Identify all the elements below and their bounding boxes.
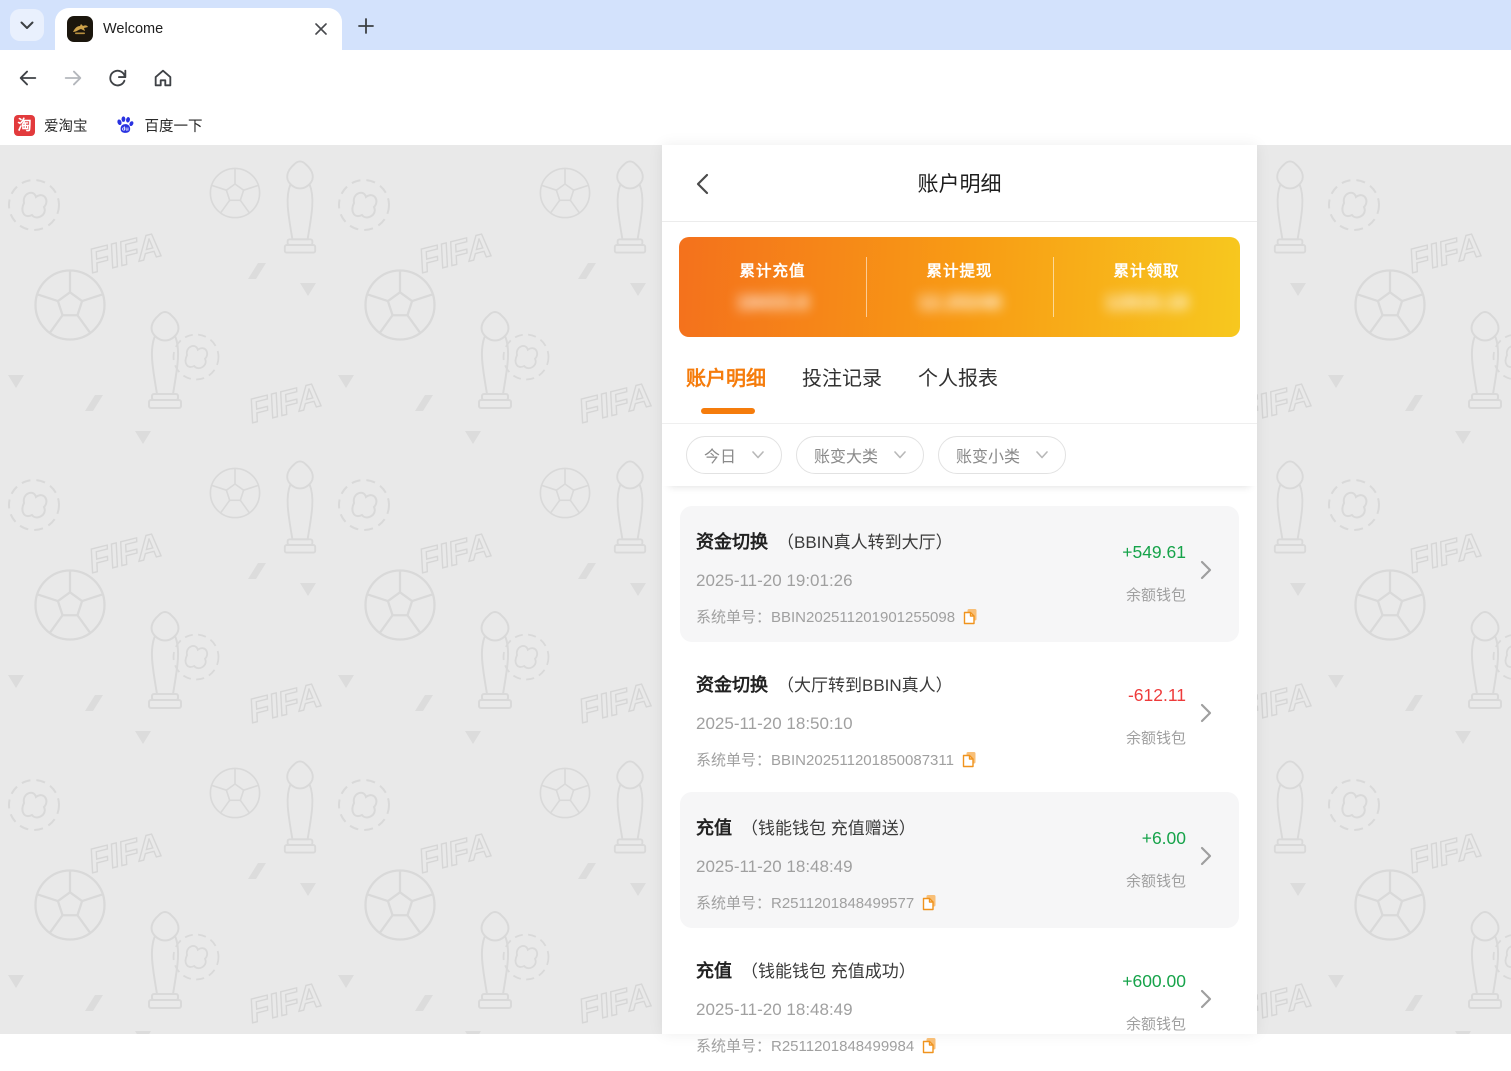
- transaction-wallet-label: 余额钱包: [1125, 730, 1186, 747]
- bookmark-aitaobao[interactable]: 淘 爱淘宝: [14, 114, 88, 136]
- summary-label: 累计领取: [1113, 263, 1180, 280]
- copy-button[interactable]: [922, 894, 937, 911]
- transaction-row[interactable]: 资金切换 （大厅转到BBIN真人） 2025-11-20 18:50:10 系统…: [680, 649, 1239, 785]
- copy-icon: [923, 1038, 936, 1054]
- summary-value-censored: 18433.8: [736, 292, 809, 314]
- chevron-right-icon[interactable]: [1199, 701, 1219, 725]
- bookmarks-bar: 淘 爱淘宝 du 百度一下: [0, 105, 1511, 145]
- transaction-detail: （大厅转到BBIN真人）: [777, 676, 953, 695]
- transaction-amount: +600.00: [1122, 971, 1186, 991]
- browser-tabstrip: Welcome: [0, 0, 1511, 50]
- chevron-right-icon[interactable]: [1199, 844, 1219, 868]
- summary-total-claim: 累计领取 12815.18: [1053, 237, 1240, 337]
- transaction-time: 2025-11-20 18:48:49: [696, 857, 853, 876]
- bookmark-label: 爱淘宝: [44, 118, 88, 135]
- transaction-wallet-label: 余额钱包: [1125, 1016, 1186, 1033]
- filter-label: 账变小类: [956, 449, 1021, 466]
- transaction-wallet-label: 余额钱包: [1125, 873, 1186, 890]
- transaction-order-number: 系统单号：R2511201848499577: [696, 895, 915, 912]
- chevron-left-icon: [696, 173, 709, 195]
- transaction-info: 充值 （钱能钱包 充值成功） 2025-11-20 18:48:49 系统单号：…: [696, 957, 1069, 1056]
- copy-button[interactable]: [963, 608, 978, 625]
- filter-date-select[interactable]: 今日: [686, 436, 783, 474]
- tab-personal-report[interactable]: 个人报表: [918, 362, 998, 391]
- tab-close-icon[interactable]: [312, 20, 330, 38]
- chevron-right-icon[interactable]: [1199, 558, 1219, 582]
- browser-tab[interactable]: Welcome: [55, 8, 342, 50]
- filter-label: 账变大类: [814, 449, 879, 466]
- new-tab-button[interactable]: [352, 12, 380, 40]
- transaction-order-number: 系统单号：BBIN202511201850087311: [696, 752, 954, 769]
- transaction-type: 充值: [696, 961, 732, 981]
- page-background: FIFA FIFA 账户明细 累计充值 18433.8: [0, 145, 1511, 1055]
- reload-button[interactable]: [104, 64, 132, 92]
- copy-icon: [962, 752, 976, 768]
- transaction-row[interactable]: 资金切换 （BBIN真人转到大厅） 2025-11-20 19:01:26 系统…: [680, 506, 1239, 642]
- browser-toolbar: 175616.cc/reports/index: [0, 50, 1511, 150]
- transaction-info: 资金切换 （BBIN真人转到大厅） 2025-11-20 19:01:26 系统…: [696, 528, 1069, 627]
- transaction-row[interactable]: 充值 （钱能钱包 充值赠送） 2025-11-20 18:48:49 系统单号：…: [680, 792, 1239, 928]
- summary-total-withdraw: 累计提现 12.20248: [866, 237, 1053, 337]
- copy-icon: [963, 609, 977, 625]
- copy-button[interactable]: [962, 751, 977, 768]
- taobao-icon: 淘: [14, 114, 35, 136]
- transaction-type: 资金切换: [696, 675, 768, 695]
- bookmark-baidu[interactable]: du 百度一下: [114, 114, 203, 136]
- filter-label: 今日: [704, 449, 737, 466]
- chevron-down-icon: [1036, 451, 1048, 459]
- transaction-time: 2025-11-20 19:01:26: [696, 571, 853, 590]
- transaction-info: 资金切换 （大厅转到BBIN真人） 2025-11-20 18:50:10 系统…: [696, 671, 1069, 770]
- filters-row: 今日 账变大类 账变小类: [662, 424, 1257, 486]
- chevron-down-icon: [752, 451, 764, 459]
- summary-total-deposit: 累计充值 18433.8: [679, 237, 866, 337]
- transaction-detail: （钱能钱包 充值成功）: [741, 962, 916, 981]
- back-chevron-button[interactable]: [690, 171, 716, 197]
- transaction-amount: -612.11: [1127, 685, 1186, 705]
- svg-text:du: du: [121, 127, 128, 133]
- tab-search-button[interactable]: [10, 9, 44, 41]
- summary-value-censored: 12815.18: [1104, 292, 1189, 314]
- transaction-amount: +549.61: [1122, 542, 1186, 562]
- forward-button[interactable]: [59, 64, 87, 92]
- transaction-order-number: 系统单号：R2511201848499984: [696, 1038, 915, 1055]
- transaction-row[interactable]: 充值 （钱能钱包 充值成功） 2025-11-20 18:48:49 系统单号：…: [680, 935, 1239, 1071]
- tab-account-detail[interactable]: 账户明细: [686, 362, 766, 391]
- bookmark-label: 百度一下: [144, 118, 203, 135]
- chevron-right-icon[interactable]: [1199, 987, 1219, 1011]
- tab-title: Welcome: [103, 21, 164, 37]
- page-title: 账户明细: [917, 173, 1002, 196]
- transaction-info: 充值 （钱能钱包 充值赠送） 2025-11-20 18:48:49 系统单号：…: [696, 814, 1069, 913]
- baidu-paw-icon: du: [116, 116, 133, 133]
- transaction-wallet-label: 余额钱包: [1125, 587, 1186, 604]
- tab-bet-records[interactable]: 投注记录: [802, 362, 882, 391]
- filter-category-minor-select[interactable]: 账变小类: [938, 436, 1067, 474]
- chevron-down-icon: [20, 21, 34, 29]
- filter-category-major-select[interactable]: 账变大类: [796, 436, 925, 474]
- transaction-type: 资金切换: [696, 532, 768, 552]
- summary-label: 累计提现: [926, 263, 993, 280]
- summary-card: 累计充值 18433.8 累计提现 12.20248 累计领取 12815.18: [679, 237, 1240, 337]
- transaction-detail: （BBIN真人转到大厅）: [777, 533, 953, 552]
- transaction-amount: +6.00: [1141, 828, 1186, 848]
- summary-label: 累计充值: [739, 263, 806, 280]
- active-tab-underline: [701, 408, 755, 414]
- copy-icon: [923, 895, 936, 911]
- transaction-order-number: 系统单号：BBIN202511201901255098: [696, 609, 956, 626]
- copy-button[interactable]: [922, 1037, 937, 1054]
- report-tabs: 账户明细 投注记录 个人报表: [662, 337, 1257, 424]
- plus-icon: [358, 18, 374, 34]
- account-detail-panel: 账户明细 累计充值 18433.8 累计提现 12.20248 累计领取 128…: [662, 145, 1257, 1055]
- transaction-time: 2025-11-20 18:50:10: [696, 714, 853, 733]
- transaction-time: 2025-11-20 18:48:49: [696, 1000, 853, 1019]
- panel-header: 账户明细: [662, 145, 1257, 222]
- site-favicon-icon: [67, 16, 93, 42]
- summary-value-censored: 12.20248: [917, 292, 1002, 314]
- home-button[interactable]: [149, 64, 177, 92]
- back-button[interactable]: [14, 64, 42, 92]
- transaction-type: 充值: [696, 818, 732, 838]
- transaction-detail: （钱能钱包 充值赠送）: [741, 819, 916, 838]
- chevron-down-icon: [894, 451, 906, 459]
- transaction-list: 资金切换 （BBIN真人转到大厅） 2025-11-20 19:01:26 系统…: [662, 486, 1257, 1071]
